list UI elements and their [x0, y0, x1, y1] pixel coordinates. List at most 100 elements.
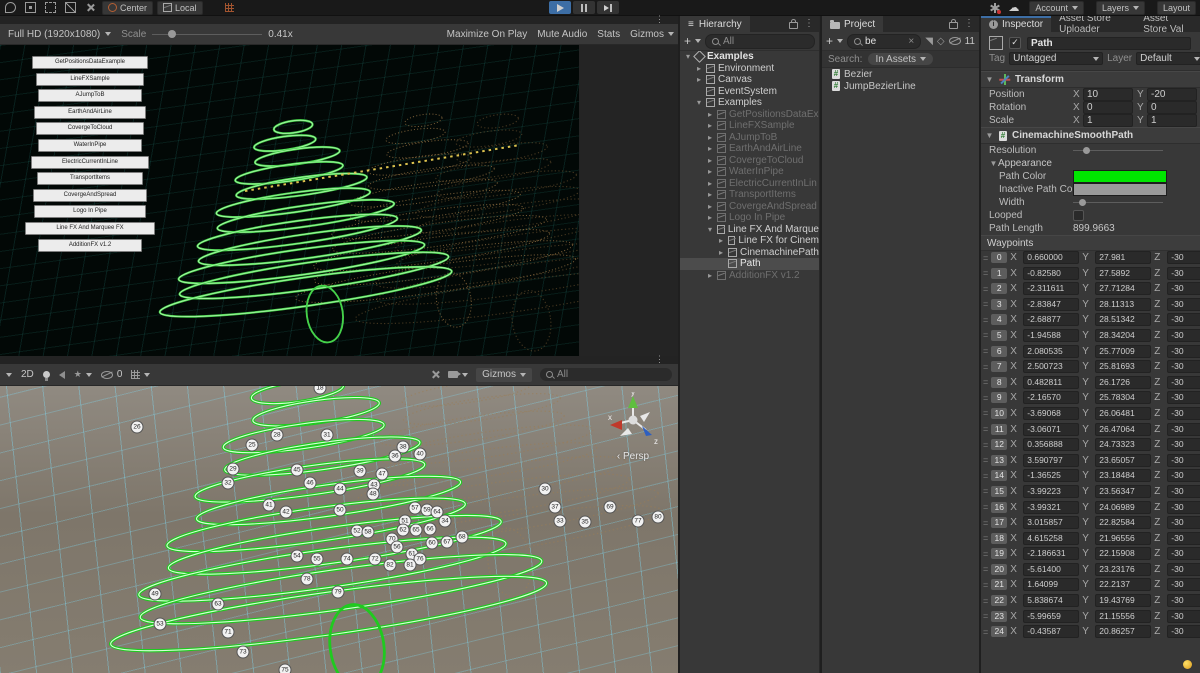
waypoint-badge[interactable]: 75: [279, 664, 292, 673]
lock-icon[interactable]: [789, 22, 798, 29]
foldout-closed-icon[interactable]: ▸: [717, 248, 725, 257]
scene-orientation-gizmo[interactable]: y x z ‹ Persp: [602, 392, 664, 464]
waypoint-row[interactable]: =15X-3.99223Y23.56347Z-30Roll: [981, 485, 1200, 498]
waypoint-z-field[interactable]: -30: [1167, 563, 1200, 576]
play-button[interactable]: [549, 1, 571, 14]
tab-inspector[interactable]: iInspector: [981, 16, 1051, 32]
waypoint-badge[interactable]: 68: [456, 531, 469, 544]
waypoint-row[interactable]: =23X-5.99659Y21.15556Z-30Roll: [981, 610, 1200, 623]
pane-menu-icon[interactable]: ⋮: [655, 355, 664, 363]
foldout-closed-icon[interactable]: ▸: [706, 133, 714, 142]
waypoint-badge[interactable]: 29: [227, 463, 240, 476]
waypoint-y-field[interactable]: 26.1726: [1095, 376, 1151, 389]
waypoint-y-field[interactable]: 24.06989: [1095, 501, 1151, 514]
waypoint-x-field[interactable]: -5.61400: [1023, 563, 1079, 576]
waypoint-x-field[interactable]: 4.615258: [1023, 532, 1079, 545]
waypoint-badge[interactable]: 33: [554, 515, 567, 528]
hierarchy-item[interactable]: ▸WaterInPipe: [680, 166, 819, 178]
waypoint-badge[interactable]: 57: [409, 502, 422, 515]
create-button[interactable]: +: [826, 35, 833, 47]
axis-field[interactable]: 10: [1083, 88, 1133, 101]
waypoint-badge[interactable]: 82: [384, 559, 397, 572]
hierarchy-item[interactable]: EventSystem: [680, 86, 819, 98]
waypoint-z-field[interactable]: -30: [1167, 594, 1200, 607]
waypoint-row[interactable]: =24X-0.43587Y20.86257Z-30Roll: [981, 625, 1200, 638]
draw-mode-dropdown[interactable]: [6, 373, 12, 377]
waypoint-x-field[interactable]: 3.015857: [1023, 516, 1079, 529]
waypoint-x-field[interactable]: 2.500723: [1023, 360, 1079, 373]
resolution-slider[interactable]: [1073, 150, 1163, 151]
rotation-local-button[interactable]: Local: [157, 1, 203, 15]
waypoint-x-field[interactable]: -2.16570: [1023, 391, 1079, 404]
waypoint-badge[interactable]: 30: [539, 483, 552, 496]
demo-button[interactable]: TransportItems: [37, 172, 143, 185]
axis-field[interactable]: 0: [1083, 101, 1133, 114]
waypoint-row[interactable]: =22X5.838674Y19.43769Z-30Roll: [981, 594, 1200, 607]
waypoint-z-field[interactable]: -30: [1167, 282, 1200, 295]
waypoint-row[interactable]: =21X1.64099Y22.2137Z-30Roll: [981, 578, 1200, 591]
waypoint-row[interactable]: =2X-2.311611Y27.71284Z-30Roll: [981, 282, 1200, 295]
waypoint-x-field[interactable]: -1.36525: [1023, 469, 1079, 482]
demo-button[interactable]: WaterInPipe: [38, 139, 142, 152]
axis-field[interactable]: 0: [1147, 101, 1197, 114]
waypoint-row[interactable]: =16X-3.99321Y24.06989Z-30Roll: [981, 501, 1200, 514]
waypoint-z-field[interactable]: -30: [1167, 438, 1200, 451]
waypoint-badge[interactable]: 67: [441, 536, 454, 549]
scale-tool-icon[interactable]: [61, 1, 79, 14]
waypoint-y-field[interactable]: 28.34204: [1095, 329, 1151, 342]
looped-checkbox[interactable]: [1073, 210, 1084, 221]
waypoint-x-field[interactable]: 3.590797: [1023, 454, 1079, 467]
waypoint-y-field[interactable]: 19.43769: [1095, 594, 1151, 607]
foldout-closed-icon[interactable]: ▸: [706, 110, 714, 119]
chevron-down-icon[interactable]: [695, 39, 701, 43]
waypoint-row[interactable]: =1X-0.82580Y27.5892Z-30Roll: [981, 267, 1200, 280]
waypoint-badge[interactable]: 53: [154, 618, 167, 631]
waypoint-x-field[interactable]: -2.68877: [1023, 313, 1079, 326]
tag-dropdown[interactable]: Untagged: [1009, 52, 1103, 65]
waypoint-row[interactable]: =10X-3.69068Y26.06481Z-30Roll: [981, 407, 1200, 420]
waypoint-row[interactable]: =4X-2.68877Y28.51342Z-30Roll: [981, 313, 1200, 326]
drag-handle-icon[interactable]: =: [983, 535, 988, 541]
project-search-input[interactable]: be×: [847, 34, 921, 49]
waypoint-z-field[interactable]: -30: [1167, 501, 1200, 514]
hierarchy-item[interactable]: ▸CinemachinePath: [680, 247, 819, 259]
waypoint-y-field[interactable]: 23.65057: [1095, 454, 1151, 467]
foldout-closed-icon[interactable]: ▸: [706, 190, 714, 199]
drag-handle-icon[interactable]: =: [983, 286, 988, 292]
demo-button[interactable]: GetPositionsDataExample: [32, 56, 148, 69]
pane-menu-icon[interactable]: ⋮: [655, 15, 664, 23]
waypoint-badge[interactable]: 60: [426, 537, 439, 550]
waypoint-x-field[interactable]: -0.82580: [1023, 267, 1079, 280]
drag-handle-icon[interactable]: =: [983, 410, 988, 416]
waypoint-badge[interactable]: 42: [280, 506, 293, 519]
waypoint-badge[interactable]: 28: [271, 429, 284, 442]
create-button[interactable]: +: [684, 35, 691, 47]
cinemachine-smooth-path-header[interactable]: ▼ # CinemachineSmoothPath: [981, 127, 1200, 144]
waypoint-badge[interactable]: 48: [367, 488, 380, 501]
waypoint-row[interactable]: =8X0.482811Y26.1726Z-30Roll: [981, 376, 1200, 389]
waypoint-row[interactable]: =14X-1.36525Y23.18484Z-30Roll: [981, 469, 1200, 482]
hidden-objects-toggle[interactable]: 0: [101, 369, 123, 380]
waypoint-y-field[interactable]: 28.11313: [1095, 298, 1151, 311]
mute-audio-toggle[interactable]: Mute Audio: [537, 29, 587, 40]
drag-handle-icon[interactable]: =: [983, 317, 988, 323]
hierarchy-search-input[interactable]: All: [705, 34, 815, 49]
waypoint-badge[interactable]: 46: [304, 477, 317, 490]
clear-search-icon[interactable]: ×: [908, 36, 914, 47]
waypoint-badge[interactable]: 62: [397, 524, 410, 537]
move-tool-icon[interactable]: [21, 1, 39, 14]
drag-handle-icon[interactable]: =: [983, 270, 988, 276]
waypoint-x-field[interactable]: -2.311611: [1023, 282, 1079, 295]
pivot-center-button[interactable]: Center: [102, 1, 153, 15]
waypoint-y-field[interactable]: 23.23176: [1095, 563, 1151, 576]
project-result-item[interactable]: #JumpBezierLine: [822, 80, 979, 92]
waypoint-y-field[interactable]: 27.981: [1095, 251, 1151, 264]
waypoint-x-field[interactable]: 1.64099: [1023, 578, 1079, 591]
layer-dropdown[interactable]: Default: [1136, 52, 1200, 65]
waypoint-badge[interactable]: 44: [334, 483, 347, 496]
foldout-closed-icon[interactable]: ▸: [706, 144, 714, 153]
waypoint-row[interactable]: =13X3.590797Y23.65057Z-30Roll: [981, 454, 1200, 467]
foldout-closed-icon[interactable]: ▸: [706, 179, 714, 188]
search-scope-dropdown[interactable]: In Assets: [868, 53, 933, 65]
waypoint-x-field[interactable]: -2.83847: [1023, 298, 1079, 311]
